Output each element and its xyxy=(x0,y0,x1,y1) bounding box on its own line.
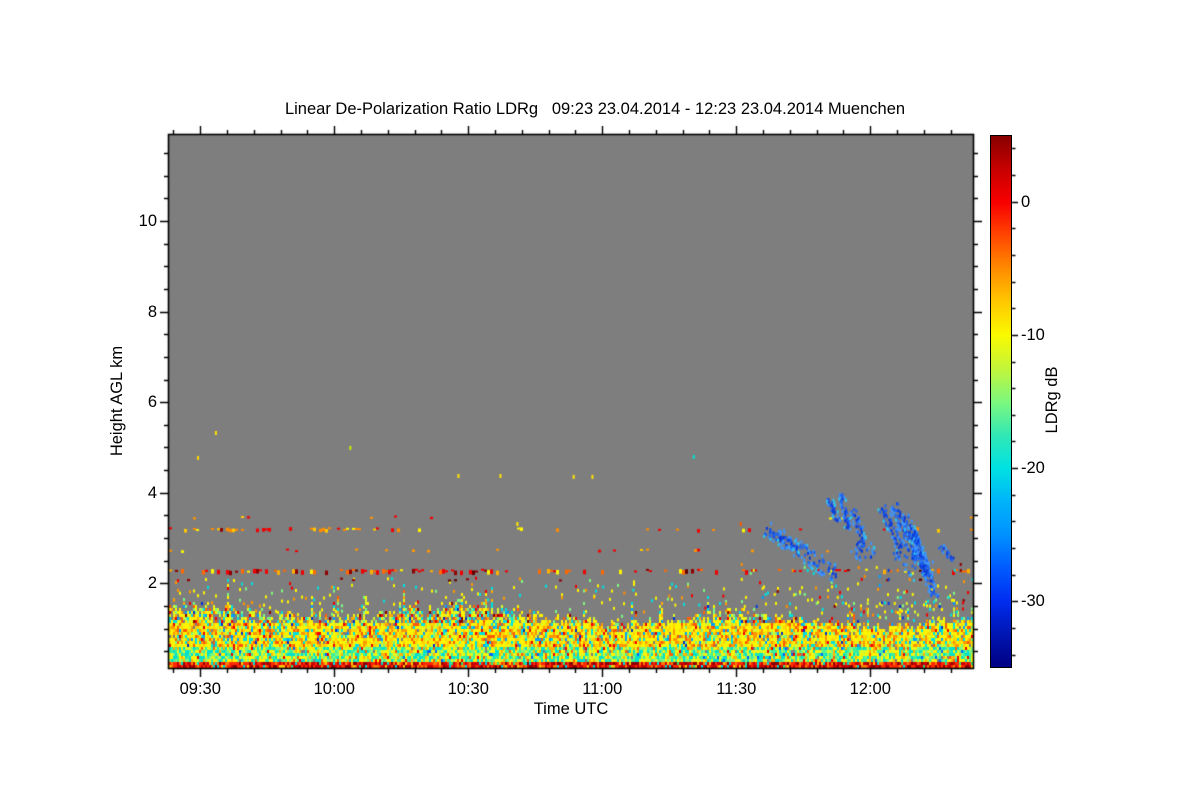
colorbar-tick-label: -10 xyxy=(1021,325,1045,344)
colorbar-gradient xyxy=(990,135,1012,668)
colorbar-tick-label: -20 xyxy=(1021,458,1045,477)
chart-title: Linear De-Polarization Ratio LDRg 09:23 … xyxy=(284,99,906,118)
x-tick-label: 12:00 xyxy=(849,680,891,698)
x-tick-label: 10:30 xyxy=(447,680,489,698)
x-tick-label: 11:00 xyxy=(582,680,623,698)
y-axis-label: Height AGL km xyxy=(107,345,126,457)
colorbar-tick-label: -30 xyxy=(1021,592,1045,611)
ldr-time-height-plot: Linear De-Polarization Ratio LDRg 09:23 … xyxy=(0,0,1200,800)
x-tick-label: 10:00 xyxy=(313,680,355,698)
x-tick-label: 11:30 xyxy=(716,680,757,698)
colorbar-tick-label: 0 xyxy=(1021,192,1031,211)
y-tick-label: 2 xyxy=(147,574,157,593)
y-tick-label: 4 xyxy=(147,483,157,502)
y-tick-label: 6 xyxy=(147,392,157,411)
x-tick-label: 09:30 xyxy=(179,680,221,698)
y-tick-label: 10 xyxy=(138,211,157,230)
y-tick-label: 8 xyxy=(147,302,157,321)
colorbar-label: LDRg dB xyxy=(1042,366,1061,434)
x-axis-label: Time UTC xyxy=(533,699,609,718)
